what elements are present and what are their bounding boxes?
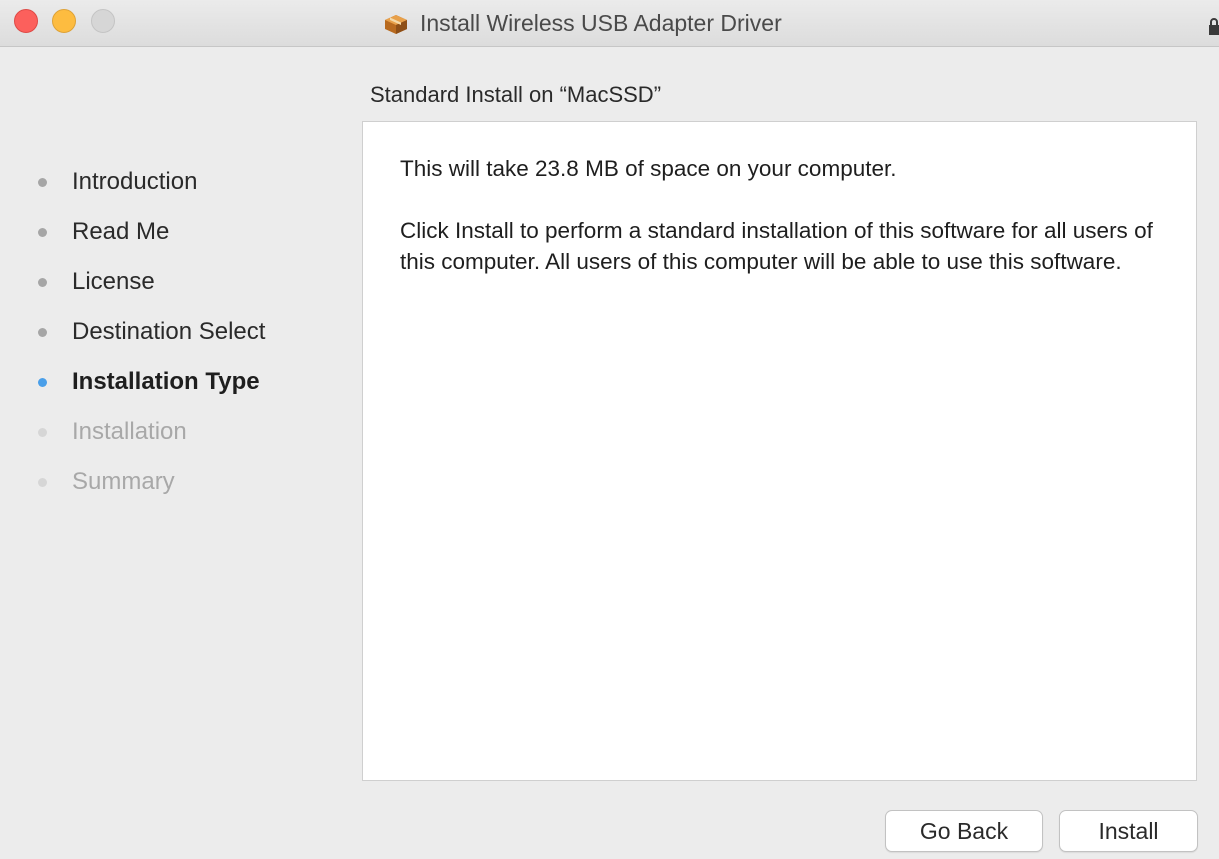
step-status-dot xyxy=(38,227,47,237)
step-label: Destination Select xyxy=(72,318,266,345)
step-destination-select: Destination Select xyxy=(38,317,265,347)
step-label: Installation Type xyxy=(72,368,260,395)
lock-icon xyxy=(1209,18,1219,35)
step-status-dot xyxy=(38,277,47,287)
step-read-me: Read Me xyxy=(38,217,169,247)
step-status-dot xyxy=(38,177,47,187)
step-license: License xyxy=(38,267,155,297)
content-panel: This will take 23.8 MB of space on your … xyxy=(362,121,1197,781)
step-status-dot xyxy=(38,477,47,487)
zoom-window-button[interactable] xyxy=(91,9,115,33)
step-status-dot xyxy=(38,427,47,437)
install-button[interactable]: Install xyxy=(1059,810,1198,852)
space-required-text: This will take 23.8 MB of space on your … xyxy=(400,156,897,181)
minimize-window-button[interactable] xyxy=(52,9,76,33)
step-installation-type: Installation Type xyxy=(38,367,260,397)
go-back-button[interactable]: Go Back xyxy=(885,810,1043,852)
window-title: Install Wireless USB Adapter Driver xyxy=(420,9,782,36)
step-label: Installation xyxy=(72,418,187,445)
step-installation: Installation xyxy=(38,417,187,447)
installer-window: Install Wireless USB Adapter Driver Intr… xyxy=(0,0,1219,859)
package-icon xyxy=(385,15,407,34)
steps-sidebar: Introduction Read Me License Destination… xyxy=(0,47,360,859)
step-label: Read Me xyxy=(72,218,170,245)
install-description-text: Click Install to perform a standard inst… xyxy=(400,218,1153,274)
step-label: Summary xyxy=(72,468,175,495)
step-summary: Summary xyxy=(38,467,175,497)
close-window-button[interactable] xyxy=(14,9,38,33)
pane-heading: Standard Install on “MacSSD” xyxy=(370,82,662,107)
step-label: License xyxy=(72,268,155,295)
window-title-group: Install Wireless USB Adapter Driver xyxy=(382,8,782,38)
step-status-dot xyxy=(38,327,47,337)
step-introduction: Introduction xyxy=(38,167,197,197)
step-status-dot xyxy=(38,377,47,387)
title-bar[interactable]: Install Wireless USB Adapter Driver xyxy=(0,0,1219,47)
step-label: Introduction xyxy=(72,168,198,195)
